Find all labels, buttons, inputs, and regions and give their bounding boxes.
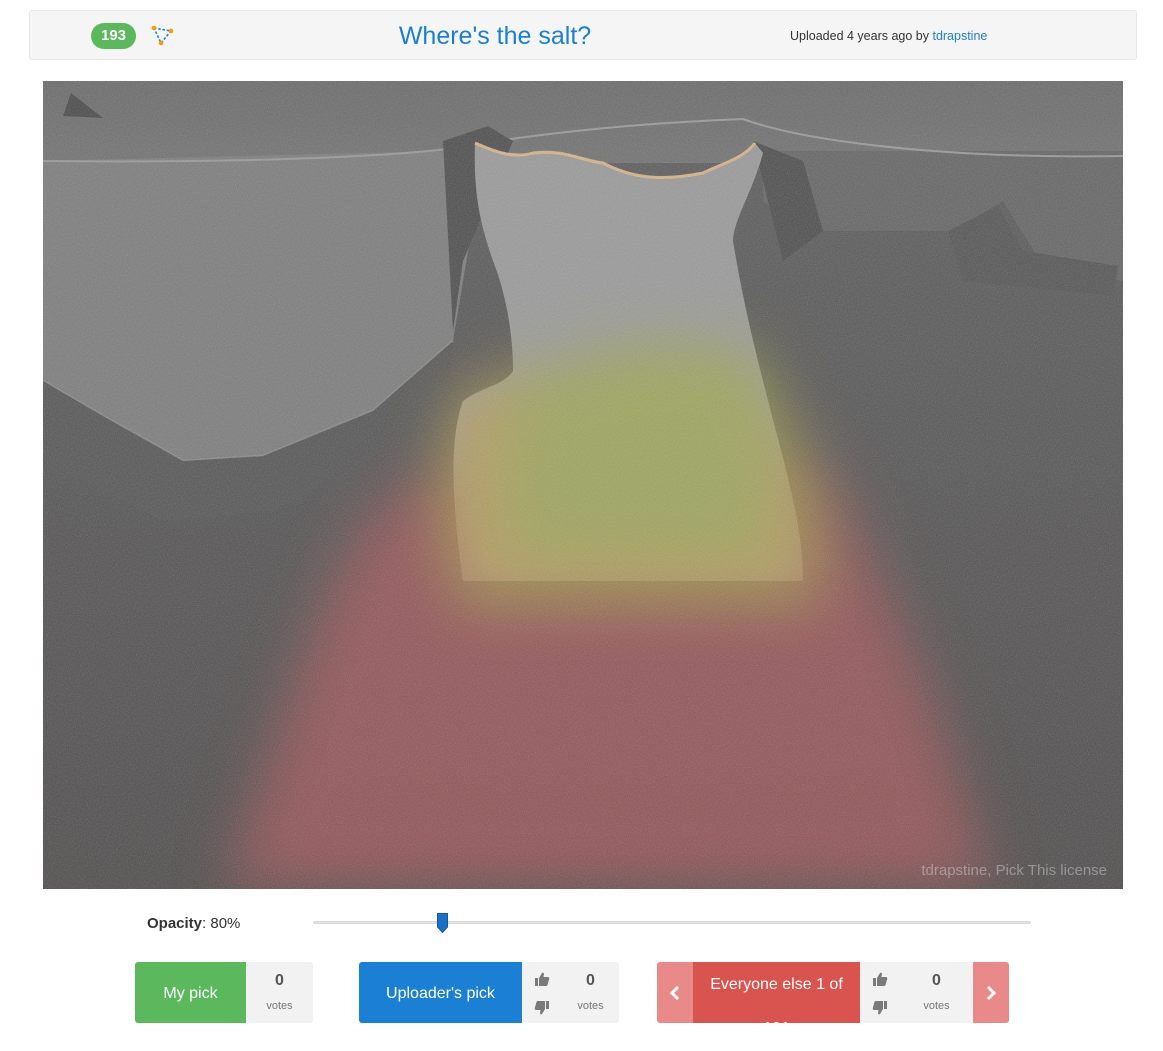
everyone-else-votes-label: votes [923, 1000, 950, 1012]
seismic-image[interactable]: tdrapstine, Pick This license [43, 81, 1123, 889]
logo-icon[interactable] [150, 23, 176, 49]
upload-info: Uploaded 4 years ago by tdrapstine [790, 28, 987, 44]
uploader-pick-votes: 0 votes [562, 962, 619, 1023]
everyone-else-thumbs [860, 962, 900, 1023]
thumbs-up-icon[interactable] [534, 971, 550, 987]
uploader-pick-button[interactable]: Uploader's pick [359, 962, 522, 1023]
uploader-link[interactable]: tdrapstine [932, 29, 987, 43]
everyone-else-group: Everyone else 1 of 191 0 votes [657, 962, 1009, 1037]
seismic-image-canvas [43, 81, 1123, 889]
image-attribution: tdrapstine, Pick This license [921, 862, 1107, 879]
opacity-label: Opacity [147, 915, 203, 932]
opacity-readout: Opacity: 80% [147, 914, 240, 934]
opacity-slider-track[interactable] [313, 921, 1031, 924]
uploader-pick-votes-label: votes [577, 1000, 604, 1012]
my-pick-button[interactable]: My pick [135, 962, 246, 1023]
thumbs-up-icon[interactable] [872, 971, 888, 987]
my-pick-votes-label: votes [266, 1000, 293, 1012]
chevron-right-icon [986, 985, 997, 1000]
everyone-else-votes: 0 votes [900, 962, 973, 1023]
header-bar: 193 Where's the salt? Uploaded 4 years a… [29, 10, 1137, 60]
pick-count-badge: 193 [91, 23, 136, 49]
everyone-else-vote-count: 0 [932, 972, 941, 989]
uploaded-text: Uploaded 4 years ago by [790, 29, 929, 43]
opacity-slider-handle[interactable] [436, 913, 448, 934]
thumbs-down-icon[interactable] [872, 1000, 888, 1016]
thumbs-down-icon[interactable] [534, 1000, 550, 1016]
my-pick-votes: 0 votes [246, 962, 313, 1023]
previous-pick-button[interactable] [657, 962, 693, 1023]
my-pick-group: My pick 0 votes [135, 962, 313, 1023]
opacity-value: : 80% [202, 915, 241, 932]
page-title[interactable]: Where's the salt? [320, 19, 670, 53]
uploader-pick-group: Uploader's pick 0 votes [359, 962, 619, 1023]
everyone-else-button[interactable]: Everyone else 1 of 191 [693, 962, 860, 1037]
uploader-pick-thumbs [522, 962, 562, 1023]
uploader-pick-vote-count: 0 [586, 972, 595, 989]
my-pick-vote-count: 0 [275, 972, 284, 989]
next-pick-button[interactable] [973, 962, 1009, 1023]
chevron-left-icon [669, 985, 680, 1000]
